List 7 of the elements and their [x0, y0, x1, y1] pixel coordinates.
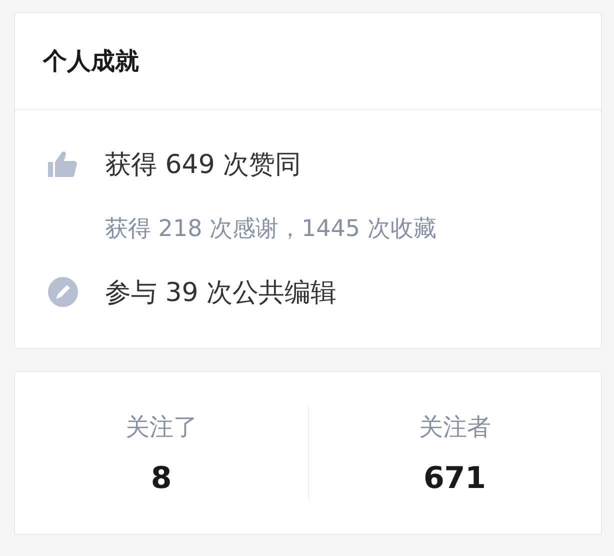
achievement-text: 获得 218 次感谢，1445 次收藏 — [105, 214, 436, 244]
card-title: 个人成就 — [43, 46, 139, 77]
achievement-text: 参与 39 次公共编辑 — [105, 276, 337, 310]
stat-count[interactable]: 671 — [423, 460, 486, 496]
stat-count[interactable]: 8 — [150, 460, 172, 496]
pencil-icon — [45, 274, 81, 310]
achievement-text: 获得 649 次赞同 — [105, 148, 302, 182]
